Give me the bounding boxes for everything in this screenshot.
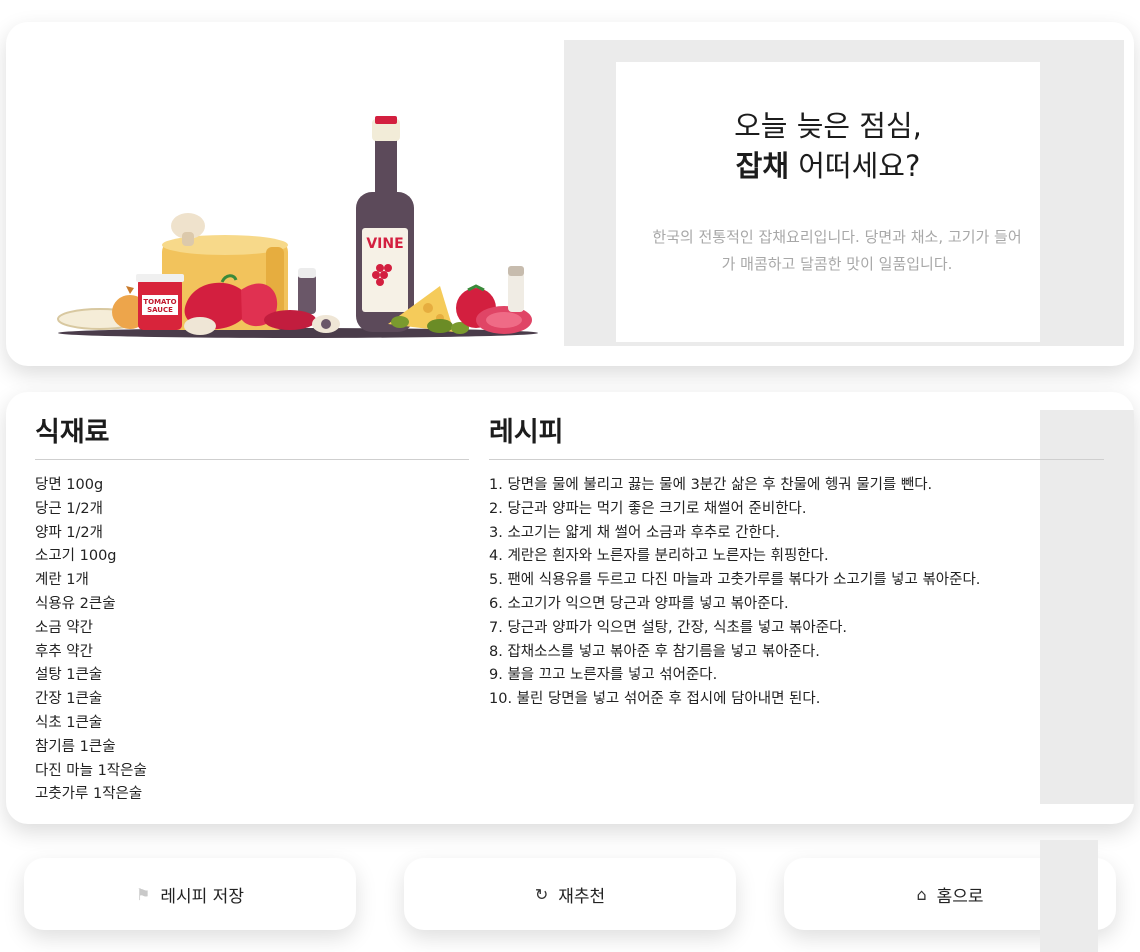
food-illustration-svg: TOMATO SAUCE VINE: [57, 116, 538, 338]
refresh-icon: ↻: [534, 884, 549, 904]
recipe-step: 6. 소고기가 익으면 당근과 양파를 넣고 볶아준다.: [489, 595, 789, 612]
svg-text:SAUCE: SAUCE: [147, 306, 173, 314]
recipe-step: 2. 당근과 양파는 먹기 좋은 크기로 채썰어 준비한다.: [489, 500, 807, 517]
hero-card: TOMATO SAUCE VINE 오늘 늦은 점심, 잡채 어떠세요? 한국의…: [6, 22, 1134, 366]
retry-recommend-button[interactable]: ↻ 재추천: [404, 858, 736, 930]
headline-line2: 잡채 어떠세요?: [616, 146, 1040, 186]
ingredient-item: 계란 1개: [35, 572, 89, 589]
recipe-content-card: 식재료 당면 100g 당근 1/2개양파 1/2개소고기 100g 계란 1개식용…: [6, 392, 1134, 824]
recipe-step: 3. 소고기는 얇게 채 썰어 소금과 후추로 간한다.: [489, 524, 780, 541]
ingredient-item: 설탕 1큰술: [35, 667, 103, 684]
home-icon: ⌂: [916, 884, 927, 904]
dish-description: 한국의 전통적인 잡채요리입니다. 당면과 채소, 고기가 들어가 매콤하고 달…: [652, 228, 1022, 273]
ingredient-item: 간장 1큰술: [35, 691, 103, 708]
bookmark-icon: ⚑: [136, 884, 151, 904]
recipe-steps-list: 1. 당면을 물에 불리고 끓는 물에 3분간 삶은 후 찬물에 헹궈 물기를 …: [489, 474, 1049, 712]
ingredient-item: 참기름 1큰술: [35, 738, 116, 755]
ingredient-item: 소금 약간: [35, 619, 93, 636]
ingredient-item: 당면 100g: [35, 477, 104, 493]
save-recipe-button[interactable]: ⚑ 레시피 저장: [24, 858, 356, 930]
ingredient-item: 소고기 100g: [35, 548, 117, 565]
ingredients-divider: [35, 459, 469, 460]
retry-recommend-label: 재추천: [558, 886, 606, 907]
ingredient-item: 다진 마늘 1작은술: [35, 762, 147, 779]
content-gray-edge: [1040, 410, 1134, 804]
recipe-step: 8. 잡채소스를 넣고 볶아준 후 참기름을 넣고 볶아준다.: [489, 643, 820, 660]
headline: 오늘 늦은 점심, 잡채 어떠세요?: [616, 106, 1040, 186]
recipe-title: 레시피: [489, 417, 564, 448]
svg-text:TOMATO: TOMATO: [143, 298, 176, 306]
ingredient-item: 식초 1큰술: [35, 714, 103, 731]
ingredient-item: 후추 약간: [35, 643, 93, 660]
ingredient-item: 식용유 2큰술: [35, 595, 116, 612]
ingredients-title: 식재료: [35, 417, 110, 448]
recipe-step: 4. 계란은 흰자와 노른자를 분리하고 노른자는 휘핑한다.: [489, 548, 829, 565]
recipe-step: 1. 당면을 물에 불리고 끓는 물에 3분간 삶은 후 찬물에 헹궈 물기를 …: [489, 477, 933, 493]
recipe-divider: [489, 459, 1104, 460]
ingredients-list: 당면 100g 당근 1/2개양파 1/2개소고기 100g 계란 1개식용유 2큰…: [35, 474, 465, 807]
headline-dish-name: 잡채: [735, 149, 790, 183]
headline-suffix: 어떠세요?: [789, 149, 921, 183]
edge-decoration: [1040, 840, 1098, 952]
svg-text:VINE: VINE: [366, 236, 403, 252]
recipe-step: 10. 불린 당면을 넣고 섞어준 후 접시에 담아내면 된다.: [489, 691, 821, 708]
ingredient-item: 고춧가루 1작은술: [35, 786, 143, 803]
recipe-step: 5. 팬에 식용유를 두르고 다진 마늘과 고춧가루를 볶다가 소고기를 넣고 …: [489, 572, 981, 589]
ingredient-item: 당근 1/2개: [35, 500, 103, 517]
headline-line1: 오늘 늦은 점심,: [734, 109, 922, 143]
ingredient-item: 양파 1/2개: [35, 524, 103, 541]
hero-text-panel: 오늘 늦은 점심, 잡채 어떠세요? 한국의 전통적인 잡채요리입니다. 당면과…: [616, 62, 1040, 342]
save-recipe-label: 레시피 저장: [160, 886, 244, 907]
home-label: 홈으로: [936, 886, 984, 907]
sausage-shape: [264, 310, 316, 330]
recipe-step: 7. 당근과 양파가 익으면 설탕, 간장, 식초를 넣고 볶아준다.: [489, 619, 848, 636]
recipe-step: 9. 불을 끄고 노른자를 넣고 섞어준다.: [489, 667, 718, 684]
food-illustration: TOMATO SAUCE VINE: [36, 42, 556, 350]
